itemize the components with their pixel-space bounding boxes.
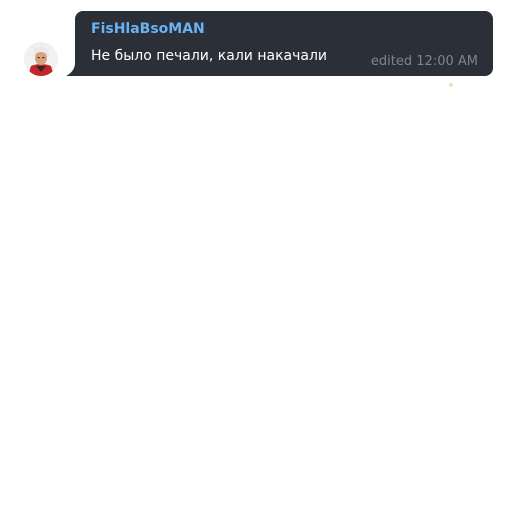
anime-character-avatar-icon (24, 42, 58, 76)
avatar[interactable] (24, 42, 58, 76)
message-time: 12:00 AM (416, 54, 478, 69)
chat-area: FisHlaBsoMAN Не было печали, кали накача… (0, 0, 512, 512)
sender-name[interactable]: FisHlaBsoMAN (91, 21, 205, 37)
edited-label: edited (370, 54, 413, 69)
message-text: Не было печали, кали накачали (91, 48, 328, 64)
message-meta: edited 12:00 AM (371, 54, 478, 69)
message-bubble[interactable]: FisHlaBsoMAN Не было печали, кали накача… (75, 11, 493, 76)
decorative-speck (449, 83, 453, 87)
